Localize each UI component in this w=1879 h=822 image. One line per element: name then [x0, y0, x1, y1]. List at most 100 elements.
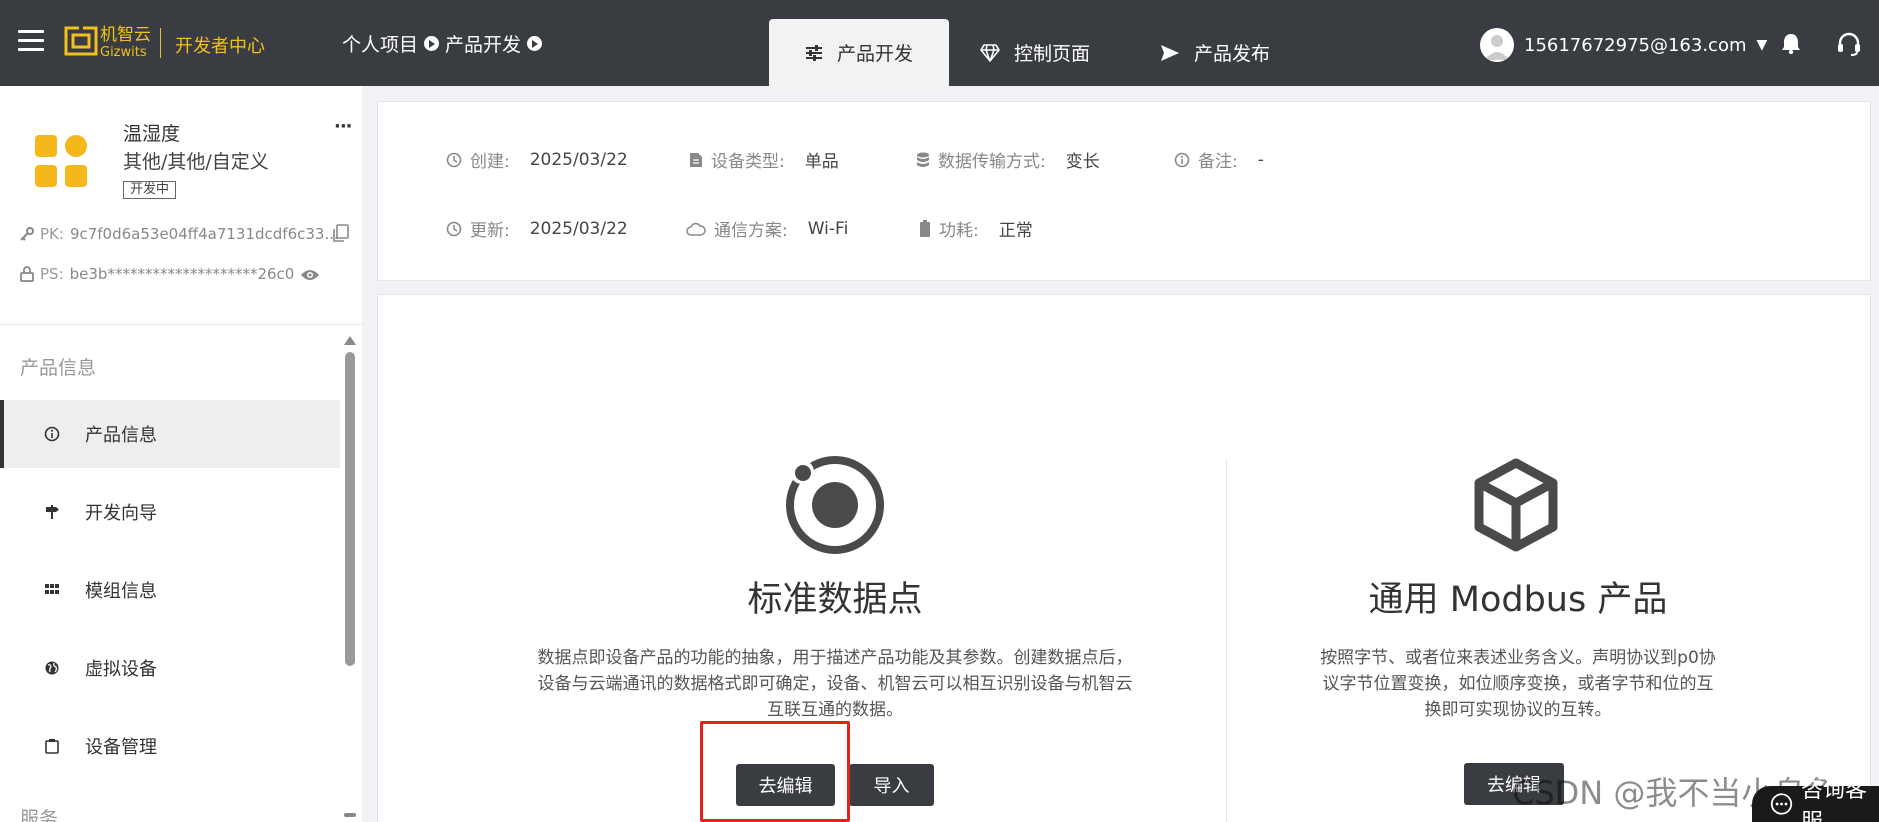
info-label: 备注: [1198, 152, 1238, 172]
info-label: 更新: [470, 221, 510, 241]
info-label: 设备类型: [711, 152, 785, 172]
tab-product-development[interactable]: 产品开发 [769, 19, 949, 86]
sidebar-item-label: 设备管理 [85, 737, 157, 758]
standard-import-button[interactable]: 导入 [849, 764, 934, 806]
modbus-product-title: 通用 Modbus 产品 [1368, 580, 1668, 620]
headset-icon[interactable] [1837, 32, 1861, 56]
sliders-icon [805, 44, 822, 61]
sidebar-item-virtual-device[interactable]: 虚拟设备 [0, 634, 340, 702]
tab-label: 控制页面 [1014, 43, 1091, 65]
modbus-product-desc: 按照字节、或者位来表述业务含义。声明协议到p0协 议字节位置变换，如位顺序变换，… [1298, 645, 1738, 723]
user-email: 15617672975@163.com [1524, 34, 1747, 56]
sidebar-item-product-info[interactable]: 产品信息 [0, 400, 340, 468]
info-value: - [1257, 149, 1264, 170]
grid-icon [43, 581, 61, 599]
info-power: 功耗: 正常 [919, 216, 1033, 241]
bell-icon[interactable] [1780, 32, 1802, 54]
sidebar-item-device-management[interactable]: 设备管理 [0, 712, 340, 780]
info-icon [43, 425, 61, 443]
scroll-thumb[interactable] [345, 352, 355, 666]
info-remark: 备注: - [1174, 147, 1264, 172]
info-value: 正常 [998, 221, 1033, 241]
standard-datapoint-title: 标准数据点 [747, 580, 923, 620]
caret-down-icon: ▼ [1756, 37, 1768, 53]
developer-center-label[interactable]: 开发者中心 [175, 32, 265, 58]
more-options-icon[interactable]: ··· [334, 116, 352, 137]
lock-icon [20, 266, 34, 282]
info-value: 2025/03/22 [529, 218, 628, 239]
desc-line: 换即可实现协议的互转。 [1424, 700, 1612, 720]
breadcrumb-personal-projects[interactable]: 个人项目 [342, 30, 418, 57]
signpost-icon [43, 503, 61, 521]
cloud-icon [686, 222, 706, 236]
desc-line: 互联互通的数据。 [767, 700, 903, 720]
product-icon [35, 135, 87, 187]
info-created: 创建: 2025/03/22 [446, 147, 628, 172]
key-icon [20, 227, 34, 241]
datapoint-options-card: 标准数据点 数据点即设备产品的功能的抽象，用于描述产品功能及其参数。创建数据点后… [377, 294, 1871, 822]
scroll-up-arrow-icon[interactable] [344, 336, 356, 345]
clipboard-icon [43, 737, 61, 755]
desc-line: 设备与云端通讯的数据格式即可确定，设备、机智云可以相互识别设备与机智云 [537, 674, 1133, 694]
ps-value: be3b********************26c0 [69, 265, 295, 283]
product-category: 其他/其他/自定义 [123, 151, 269, 173]
logo-text: 机智云 Gizwits [100, 26, 151, 62]
copy-icon[interactable] [333, 224, 349, 242]
red-highlight-box [700, 721, 850, 822]
sidebar-item-label: 产品信息 [85, 425, 157, 446]
info-value: 单品 [804, 152, 839, 172]
gizwits-logo-icon [64, 25, 98, 56]
desc-line: 数据点即设备产品的功能的抽象，用于描述产品功能及其参数。创建数据点后， [537, 648, 1133, 668]
info-updated: 更新: 2025/03/22 [446, 216, 628, 241]
desc-line: 议字节位置变换，如位顺序变换，或者字节和位的互 [1322, 674, 1714, 694]
battery-icon [920, 219, 930, 237]
cube-icon [1474, 458, 1558, 552]
product-name: 温湿度 [123, 123, 181, 145]
info-icon [1174, 152, 1190, 167]
tab-product-release[interactable]: 产品发布 [1160, 19, 1270, 86]
send-icon [1161, 44, 1179, 61]
sidebar-divider [0, 324, 362, 325]
sidebar-scrollbar[interactable] [343, 336, 357, 822]
diamond-icon [980, 43, 1000, 62]
product-key-row: PK: 9c7f0d6a53e04ff4a7131dcdf6c33... [20, 225, 339, 243]
clock-icon [446, 152, 462, 167]
clock-icon [446, 221, 462, 236]
sidebar-item-label: 开发向导 [85, 503, 157, 524]
chevron-right-circle-icon [424, 36, 440, 51]
info-value: Wi-Fi [807, 218, 849, 239]
ps-label: PS: [40, 265, 64, 283]
info-transfer-mode: 数据传输方式: 变长 [916, 147, 1100, 172]
user-menu[interactable]: 15617672975@163.com ▼ [1480, 28, 1767, 62]
chevron-right-circle-icon [527, 36, 543, 51]
database-icon [917, 152, 929, 167]
document-icon [690, 152, 702, 167]
hamburger-menu-icon[interactable] [18, 30, 44, 52]
info-label: 数据传输方式: [938, 152, 1046, 172]
desc-line: 按照字节、或者位来表述业务含义。声明协议到p0协 [1320, 648, 1716, 668]
logo-en: Gizwits [100, 45, 147, 60]
avatar-icon [1480, 28, 1514, 62]
info-value: 变长 [1065, 152, 1100, 172]
top-navbar: 机智云 Gizwits 开发者中心 个人项目 产品开发 产品开发 控制页面 产品… [0, 0, 1879, 86]
ionic-circle-icon [786, 456, 884, 554]
status-badge: 开发中 [123, 181, 177, 199]
options-divider [1226, 459, 1227, 822]
tab-label: 产品发布 [1194, 43, 1271, 65]
eye-icon[interactable] [300, 268, 320, 282]
product-info-card: 创建: 2025/03/22 设备类型: 单品 数据传输方式: 变长 备注: -… [377, 101, 1871, 281]
pk-label: PK: [40, 225, 64, 243]
tab-control-page[interactable]: 控制页面 [980, 19, 1090, 86]
consult-label: 咨询客服 [1801, 778, 1868, 822]
pk-value: 9c7f0d6a53e04ff4a7131dcdf6c33... [69, 225, 339, 243]
scroll-down-arrow-icon[interactable] [344, 813, 356, 817]
info-device-type: 设备类型: 单品 [689, 147, 839, 172]
breadcrumb: 个人项目 产品开发 [342, 30, 543, 57]
sidebar-item-dev-guide[interactable]: 开发向导 [0, 478, 340, 546]
logo-divider [160, 28, 161, 58]
consult-service-button[interactable]: 咨询客服 [1752, 778, 1879, 822]
breadcrumb-product-dev[interactable]: 产品开发 [445, 30, 521, 57]
info-value: 2025/03/22 [529, 149, 628, 170]
sidebar-item-module-info[interactable]: 模组信息 [0, 556, 340, 624]
sidebar-item-label: 虚拟设备 [85, 659, 157, 680]
